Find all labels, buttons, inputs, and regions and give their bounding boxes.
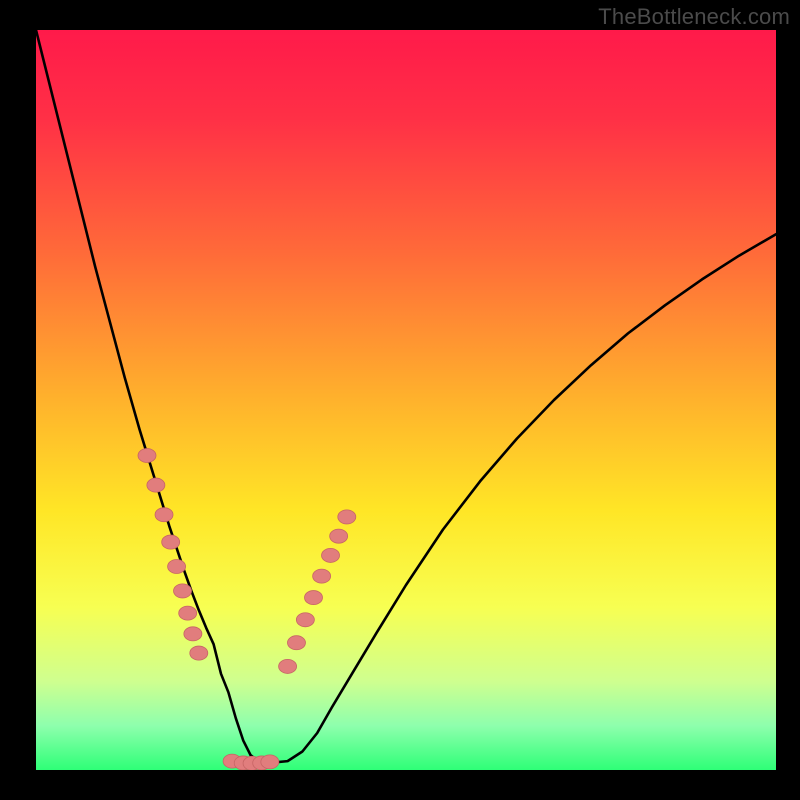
marker-point [184,627,202,641]
marker-point [155,508,173,522]
marker-point [168,559,186,573]
marker-point [305,591,323,605]
marker-point [147,478,165,492]
marker-point [322,548,340,562]
marker-point [279,659,297,673]
marker-group-minimum-markers [223,754,279,770]
chart-container: TheBottleneck.com [0,0,800,800]
marker-point [287,636,305,650]
marker-point [313,569,331,583]
marker-point [338,510,356,524]
marker-point [138,448,156,462]
marker-point [330,529,348,543]
marker-point [261,755,279,769]
marker-point [190,646,208,660]
gradient-background [36,30,776,770]
marker-point [296,613,314,627]
marker-point [174,584,192,598]
marker-point [162,535,180,549]
chart-svg [36,30,776,770]
watermark: TheBottleneck.com [598,4,790,30]
plot-area [36,30,776,770]
marker-point [179,606,197,620]
